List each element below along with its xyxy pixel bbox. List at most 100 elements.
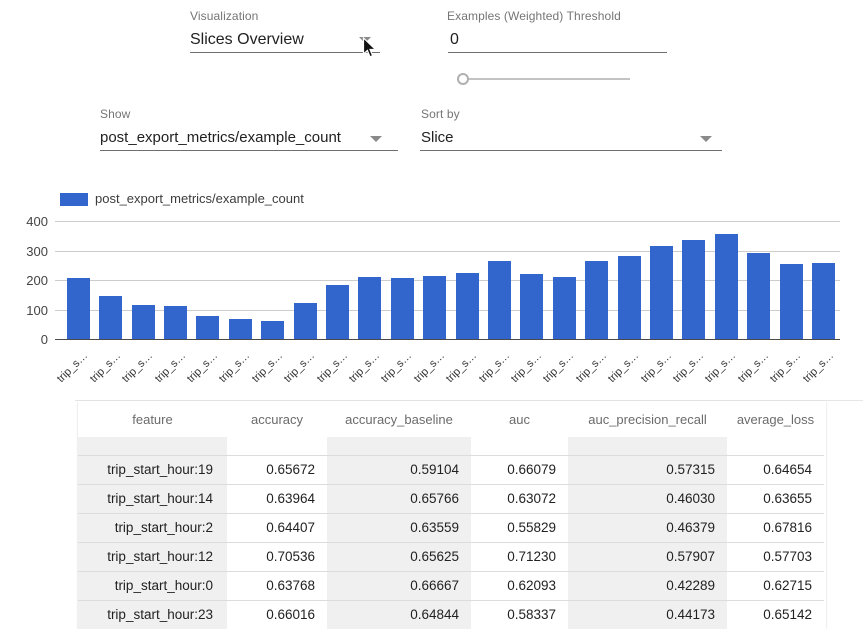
column-header-feature[interactable]: feature [78,401,227,437]
bar[interactable] [520,274,543,339]
show-select[interactable]: post_export_metrics/example_count [100,129,341,146]
bar[interactable] [67,278,90,339]
x-tick-label: trip_s… [703,350,738,385]
table-cell: 0.64654 [727,455,824,484]
bar[interactable] [294,303,317,339]
bar[interactable] [812,263,835,339]
table-cell: 0.63964 [227,484,327,513]
table-cell: 0.57907 [568,542,727,571]
legend-label: post_export_metrics/example_count [95,191,304,206]
bar[interactable] [650,246,673,339]
bar[interactable] [780,264,803,339]
table-cell: trip_start_hour:2 [78,513,227,542]
table-cell: 0.64844 [327,600,471,629]
bar[interactable] [391,278,414,339]
chevron-down-icon[interactable] [370,136,382,142]
table-cell: 0.63072 [471,484,568,513]
x-tick-label: trip_s… [509,350,544,385]
table-cell: 0.63559 [327,513,471,542]
metrics-table: featureaccuracyaccuracy_baselineaucauc_p… [78,401,824,629]
bar[interactable] [456,273,479,339]
x-tick-label: trip_s… [250,350,285,385]
threshold-slider-track[interactable] [464,78,630,80]
chevron-down-icon[interactable] [700,136,712,142]
table-cell: 0.66079 [471,455,568,484]
threshold-underline [448,52,667,53]
bar[interactable] [488,261,511,339]
bar[interactable] [326,285,349,339]
table-row[interactable]: trip_start_hour:190.656720.591040.66079 0… [78,455,824,484]
table-cell: trip_start_hour:23 [78,600,227,629]
table-row[interactable]: trip_start_hour:120.705360.656250.712300… [78,542,824,571]
filter-cell [568,437,727,455]
bar[interactable] [164,306,187,339]
filter-cell [78,437,227,455]
column-header-accuracy_baseline[interactable]: accuracy_baseline [327,401,471,437]
bar[interactable] [553,277,576,339]
table-cell: 0.64407 [227,513,327,542]
sort-by-underline [420,150,722,151]
column-header-auc_precision_recall[interactable]: auc_precision_recall [568,401,727,437]
table-row[interactable]: trip_start_hour:140.639640.657660.630720… [78,484,824,513]
x-tick-label: trip_s… [314,350,349,385]
x-tick-label: trip_s… [444,350,479,385]
x-tick-label: trip_s… [768,350,803,385]
x-tick-label: trip_s… [671,350,706,385]
x-tick-label: trip_s… [88,350,123,385]
threshold-slider-thumb[interactable] [457,73,469,85]
table-cell: 0.44173 [568,600,727,629]
y-tick-label: 300 [0,244,48,259]
y-tick-label: 0 [0,332,48,347]
table-cell: 0.62093 [471,571,568,600]
x-tick-label: trip_s… [120,350,155,385]
bar[interactable] [132,305,155,339]
column-header-auc[interactable]: auc [471,401,568,437]
y-tick-label: 200 [0,273,48,288]
bar[interactable] [261,321,284,339]
sort-by-select[interactable]: Slice [421,129,454,146]
table-cell: 0.46379 [568,513,727,542]
x-tick-label: trip_s… [185,350,220,385]
filter-cell [327,437,471,455]
bar[interactable] [423,276,446,339]
x-tick-label: trip_s… [347,350,382,385]
filter-cell [227,437,327,455]
x-tick-label: trip_s… [282,350,317,385]
table-cell: 0.65672 [227,455,327,484]
table-row[interactable]: trip_start_hour:20.644070.635590.558290.… [78,513,824,542]
x-tick-label: trip_s… [412,350,447,385]
x-tick-label: trip_s… [55,350,90,385]
table-filter-row [78,437,824,455]
legend-swatch [60,193,88,206]
bar[interactable] [682,240,705,339]
bar[interactable] [358,277,381,339]
table-cell: 0.71230 [471,542,568,571]
table-cell: 0.63655 [727,484,824,513]
table-cell: 0.59104 [327,455,471,484]
column-header-average_loss[interactable]: average_loss [727,401,824,437]
x-tick-label: trip_s… [476,350,511,385]
x-tick-label: trip_s… [606,350,641,385]
show-underline [100,150,398,151]
table-cell: 0.65625 [327,542,471,571]
x-tick-label: trip_s… [152,350,187,385]
bar[interactable] [585,261,608,339]
bar[interactable] [747,253,770,339]
table-cell: trip_start_hour:19 [78,455,227,484]
table-row[interactable]: trip_start_hour:230.660160.648440.583370… [78,600,824,629]
y-tick-label: 100 [0,303,48,318]
visualization-select[interactable]: Slices Overview [190,31,304,49]
bar[interactable] [196,316,219,339]
table-row[interactable]: trip_start_hour:00.637680.666670.620930.… [78,571,824,600]
bar[interactable] [618,256,641,339]
bar[interactable] [99,296,122,339]
threshold-label: Examples (Weighted) Threshold [447,9,621,23]
column-header-accuracy[interactable]: accuracy [227,401,327,437]
bar[interactable] [229,319,252,339]
bar[interactable] [715,234,738,339]
x-tick-label: trip_s… [800,350,835,385]
threshold-input[interactable]: 0 [450,31,459,49]
y-tick-label: 400 [0,214,48,229]
sort-by-label: Sort by [421,107,460,121]
table-cell: 0.66667 [327,571,471,600]
